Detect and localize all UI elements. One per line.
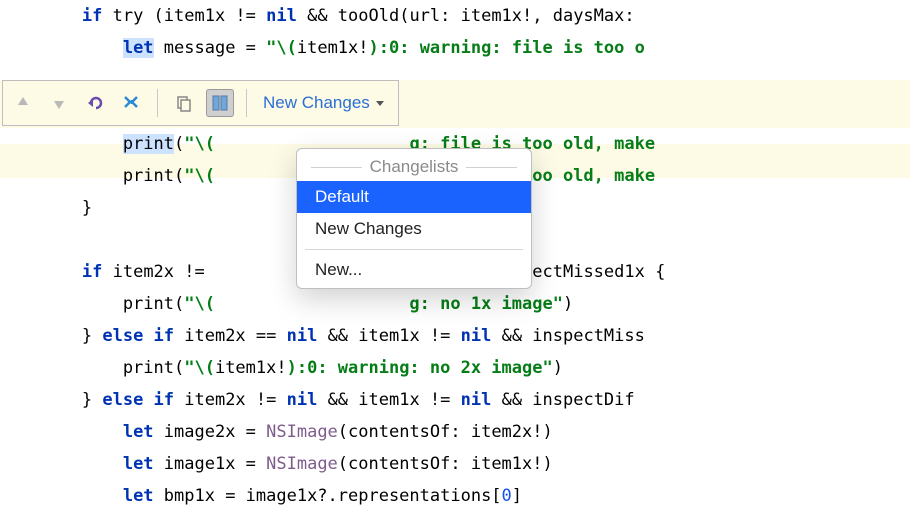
changelist-popup: Changelists Default New Changes New...	[296, 148, 532, 289]
code-line: } else if item2x != nil && item1x != nil…	[0, 384, 910, 416]
code-line: let image1x = NSImage(contentsOf: item1x…	[0, 448, 910, 480]
code-line: if try (item1x != nil && tooOld(url: ite…	[0, 0, 910, 32]
changelist-label: New Changes	[263, 93, 370, 113]
code-line: print("\(item1x!):0: warning: no 2x imag…	[0, 352, 910, 384]
diff-toolbar: New Changes	[2, 80, 399, 126]
copy-button[interactable]	[170, 89, 198, 117]
code-line: let message = "\(item1x!):0: warning: fi…	[0, 32, 910, 64]
toolbar-divider	[246, 89, 247, 117]
changelist-dropdown[interactable]: New Changes	[259, 93, 392, 113]
changelist-new[interactable]: New...	[297, 254, 531, 286]
code-line: let image2x = NSImage(contentsOf: item2x…	[0, 416, 910, 448]
diff-view-button[interactable]	[206, 89, 234, 117]
code-line: let bmp1x = image1x?.representations[0]	[0, 480, 910, 512]
changelist-item-default[interactable]: Default	[297, 181, 531, 213]
changelist-item-new-changes[interactable]: New Changes	[297, 213, 531, 245]
prev-change-button[interactable]	[9, 89, 37, 117]
merge-button[interactable]	[117, 89, 145, 117]
rollback-button[interactable]	[81, 89, 109, 117]
toolbar-divider	[157, 89, 158, 117]
code-line: } else if item2x == nil && item1x != nil…	[0, 320, 910, 352]
next-change-button[interactable]	[45, 89, 73, 117]
code-line: print("\(xxxxxxxxxxxxxxxxxxxg: no 1x ima…	[0, 288, 910, 320]
chevron-down-icon	[376, 101, 384, 106]
popup-section-header: Changelists	[297, 153, 531, 181]
popup-separator	[305, 249, 523, 250]
